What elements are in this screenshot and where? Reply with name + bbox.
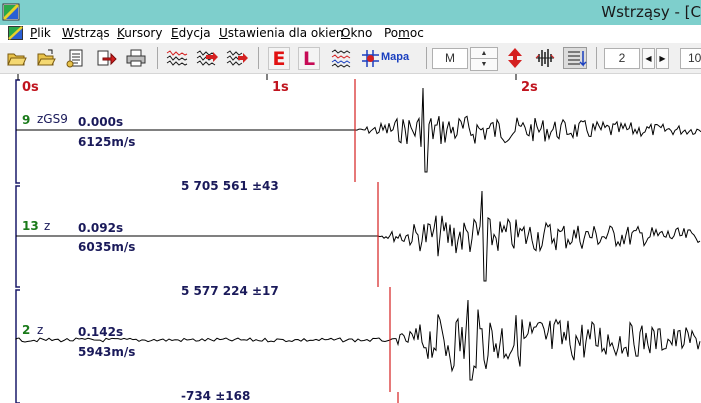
count-decrease-icon[interactable]: ◀ [642,48,655,69]
amplitude-icon[interactable] [533,47,557,69]
channel-3-id: 2 [22,323,31,337]
channel-2-distance: 5 577 224 ±17 [181,284,279,298]
menu-okno[interactable]: Okno [341,26,372,40]
vertical-stretch-icon[interactable] [503,47,527,69]
menu-ustawienia[interactable]: Ustawienia dla okien [219,26,343,40]
channel-3-distance: -734 ±168 [181,389,251,403]
toolbar-separator [596,47,597,69]
l-mode-button[interactable]: L [298,47,320,70]
channel-1-name: zGS9 [37,112,68,126]
map-grid-icon [362,50,379,67]
toolbar-separator [258,47,259,69]
channel-1-id: 9 [22,113,31,127]
open-folder-icon[interactable] [5,47,29,69]
ruler-label-0s: 0s [22,80,39,95]
trace-1 [16,87,701,173]
channel-1-velocity: 6125m/s [78,135,136,149]
spin-down-icon[interactable]: ▼ [471,59,497,70]
trace-frames [15,79,20,403]
count-increase-icon[interactable]: ▶ [656,48,669,69]
sort-traces-icon[interactable] [563,47,587,69]
channel-2-name: z [44,219,51,233]
channel-2-time: 0.092s [78,221,124,235]
traces-colored-icon[interactable] [330,47,354,69]
channel-3-name: z [37,323,44,337]
channel-2-id: 13 [22,219,39,233]
menu-bar: Plik Wstrząs Kursory Edycja Ustawienia d… [0,25,701,43]
ruler-label-1s: 1s [272,80,289,95]
mode-spinner[interactable]: ▲ ▼ [470,47,498,71]
menu-edycja[interactable]: Edycja [171,26,211,40]
open-file-icon[interactable] [34,47,58,69]
channel-1-time: 0.000s [78,115,124,129]
spin-up-icon[interactable]: ▲ [471,48,497,59]
menu-pomoc[interactable]: Pomoc [384,26,424,40]
time-ruler [17,74,517,80]
menu-plik[interactable]: Plik [30,26,51,40]
channel-1-distance: 5 705 561 ±43 [181,179,279,193]
waveform-export-icon[interactable] [225,47,249,69]
ruler-label-2s: 2s [521,80,538,95]
channel-3-time: 0.142s [78,325,124,339]
menu-wstrzas[interactable]: Wstrząs [62,26,110,40]
export-icon[interactable] [94,47,118,69]
toolbar-separator [426,47,427,69]
mode-field[interactable]: M [432,48,468,69]
waveform-filter-icon[interactable] [165,47,189,69]
channel-frame-1 [15,79,20,184]
zoom-field[interactable]: 10 [680,48,701,69]
seismogram-view[interactable]: 0s 1s 2s 9 zGS9 0.000s 6125m/s 5 705 561… [0,74,701,403]
window-title: Wstrząsy - [C [601,3,701,21]
menu-kursory[interactable]: Kursory [117,26,162,40]
channel-frame-3 [15,289,20,403]
app-icon [2,3,20,21]
channel-3-velocity: 5943m/s [78,345,136,359]
print-icon[interactable] [124,47,148,69]
e-mode-button[interactable]: E [268,47,290,70]
channel-2-velocity: 6035m/s [78,240,136,254]
pick-markers[interactable] [354,79,399,403]
document-list-icon[interactable] [64,47,88,69]
waveform-pick-icon[interactable] [195,47,219,69]
map-button-label: Mapa [381,51,410,63]
trace-count-field[interactable]: 2 [604,48,640,69]
document-icon[interactable] [8,26,23,40]
toolbar-separator [157,47,158,69]
trace-2 [16,190,701,282]
trace-3 [15,299,701,381]
map-button[interactable]: Mapa [362,49,424,69]
toolbar: E L Mapa M ▲ ▼ 2 ◀ ▶ 10 [0,43,701,74]
title-bar: Wstrząsy - [C [0,0,701,25]
